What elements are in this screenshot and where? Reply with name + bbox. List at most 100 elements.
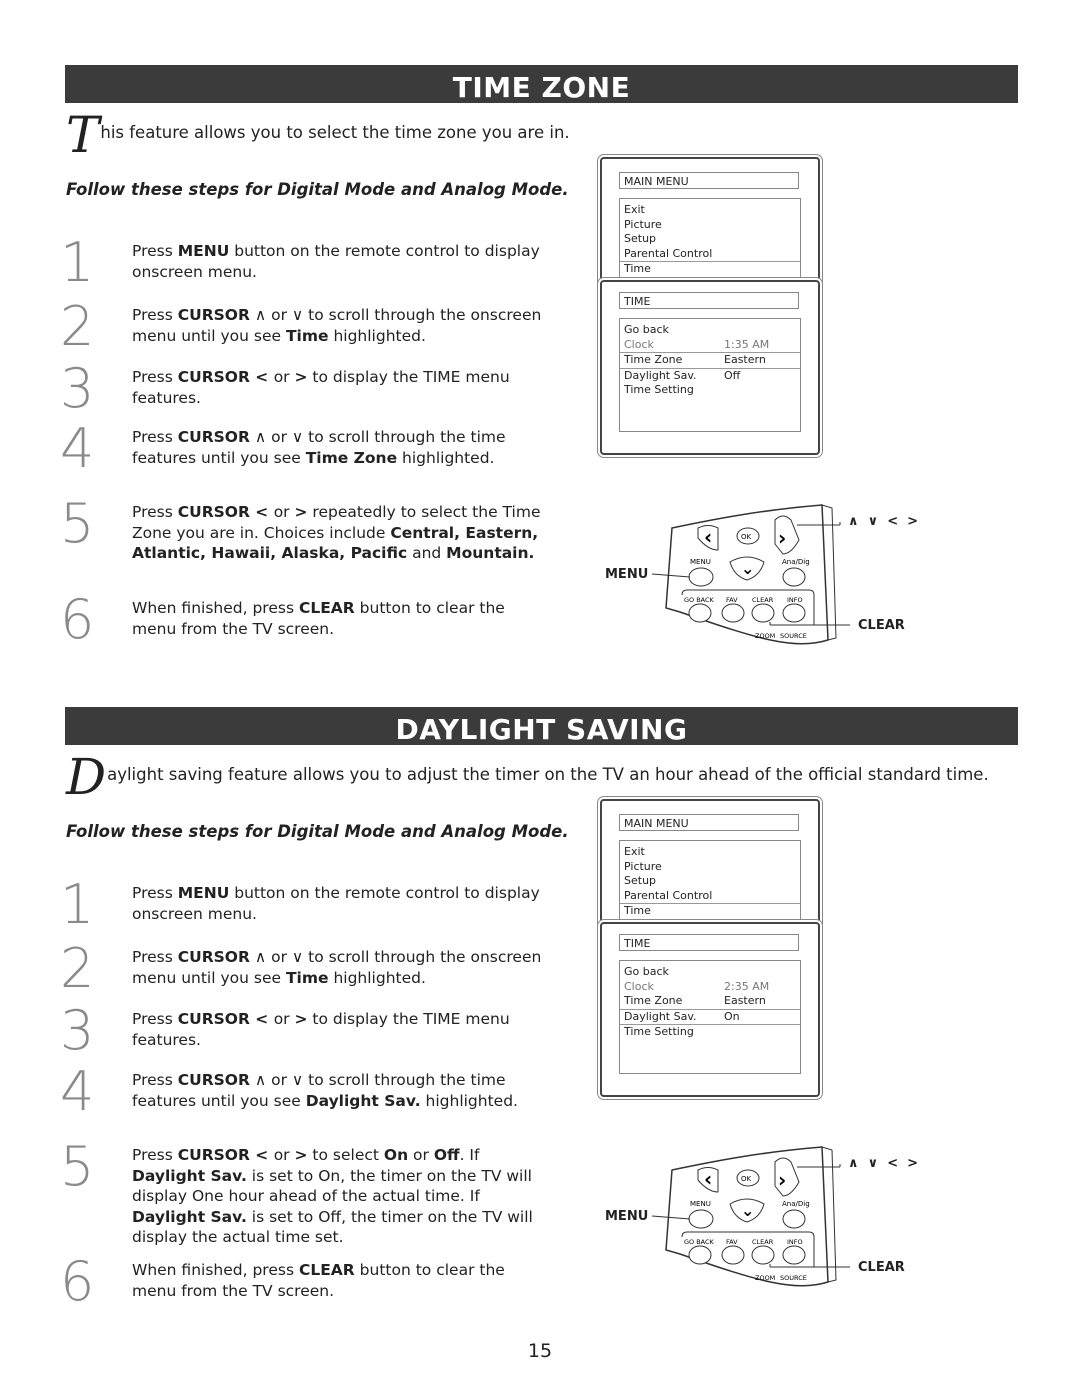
time-menu-title: TIME xyxy=(619,934,799,951)
step-number: 6 xyxy=(60,588,95,651)
main-menu-list: Exit Picture Setup Parental Control Time xyxy=(619,840,801,920)
time-menu-row[interactable]: Time Zone Eastern xyxy=(620,994,800,1009)
step-text-run: Press xyxy=(132,368,178,386)
time-menu-list: Go back Clock 1:35 AM Time Zone Eastern Dayli… xyxy=(619,318,801,432)
clear-button xyxy=(751,1245,775,1265)
step-number: 4 xyxy=(60,417,95,480)
menu-button xyxy=(688,1209,714,1229)
step-text: Press MENU button on the remote control … xyxy=(132,883,552,924)
main-menu-item[interactable]: Time xyxy=(620,261,800,278)
goback-button xyxy=(688,1245,712,1265)
svg-text:›: › xyxy=(778,526,786,550)
step-text: When finished, press CLEAR button to cle… xyxy=(132,1260,552,1301)
time-menu-row[interactable]: Clock 1:35 AM xyxy=(620,338,800,353)
step-text-run: or xyxy=(273,1146,295,1164)
step-text-run: . If xyxy=(459,1146,480,1164)
section-title: TIME ZONE xyxy=(65,65,1018,104)
time-menu-row[interactable]: Go back xyxy=(620,965,800,980)
row-label: Clock xyxy=(624,979,654,993)
step-keyword: < xyxy=(249,368,274,386)
remote-illustration: ‹ OK › MENU ⌄ Ana/Dig GO BACK FAV CLEAR INF… xyxy=(600,1142,930,1292)
time-menu-row[interactable]: Time Setting xyxy=(620,1025,800,1040)
steps-heading: Follow these steps for Digital Mode and … xyxy=(66,180,569,199)
step-keyword: Time Zone xyxy=(305,448,398,467)
intro-text: Daylight saving feature allows you to ad… xyxy=(66,752,989,802)
row-label: Clock xyxy=(624,337,654,351)
time-menu-row[interactable]: Go back xyxy=(620,323,800,338)
step-keyword: < xyxy=(249,503,274,521)
section-time-zone: TIME ZONE This feature allows you to sele… xyxy=(0,65,1080,705)
drop-cap: T xyxy=(66,106,100,164)
step-text-run: highlighted. xyxy=(420,1091,518,1110)
step-text-run: Press xyxy=(132,1010,178,1028)
main-menu-item[interactable]: Picture xyxy=(620,218,800,233)
row-value: Eastern xyxy=(724,353,766,366)
intro-text: This feature allows you to select the ti… xyxy=(66,110,570,160)
time-menu-row[interactable]: Time Setting xyxy=(620,383,800,398)
svg-text:⌄: ⌄ xyxy=(741,1201,754,1220)
step-keyword: < xyxy=(249,1146,274,1164)
step-keyword: CURSOR xyxy=(177,1071,250,1089)
svg-text:ZOOM: ZOOM xyxy=(755,1274,775,1282)
menu-callout: MENU xyxy=(605,567,649,582)
step-keyword: Daylight Sav. xyxy=(305,1091,421,1110)
main-menu-item[interactable]: Picture xyxy=(620,860,800,875)
menu-button xyxy=(688,567,714,587)
step-keyword: CURSOR xyxy=(177,1146,250,1164)
main-menu-list: Exit Picture Setup Parental Control Time xyxy=(619,198,801,278)
goback-button xyxy=(688,603,712,623)
step-text-run: highlighted. xyxy=(397,448,495,467)
step-keyword: Mountain. xyxy=(446,544,535,562)
step-keyword: MENU xyxy=(177,242,230,260)
fav-button xyxy=(721,603,745,623)
info-button xyxy=(782,603,806,623)
step-keyword: > xyxy=(294,368,308,386)
svg-text:MENU: MENU xyxy=(690,1200,711,1208)
svg-text:Ana/Dig: Ana/Dig xyxy=(782,1200,810,1208)
main-menu-item[interactable]: Exit xyxy=(620,203,800,218)
time-menu-row[interactable]: Daylight Sav. On xyxy=(620,1008,800,1025)
step-text-run: Press xyxy=(132,242,178,260)
main-menu-item[interactable]: Exit xyxy=(620,845,800,860)
step-text: Press CURSOR < or > to display the TIME … xyxy=(132,367,552,408)
step-text: Press MENU button on the remote control … xyxy=(132,241,552,282)
step-keyword: CURSOR xyxy=(177,368,250,386)
onscreen-menu-illustration: MAIN MENU Exit Picture Setup Parental Contro… xyxy=(600,799,820,1097)
main-menu-item[interactable]: Setup xyxy=(620,874,800,889)
step-keyword: CURSOR xyxy=(177,948,250,966)
drop-cap: D xyxy=(66,748,107,806)
main-menu-screen: MAIN MENU Exit Picture Setup Parental Contro… xyxy=(600,799,820,928)
step-text-run: or xyxy=(408,1146,434,1164)
step-keyword: Daylight Sav. xyxy=(132,1207,247,1226)
main-menu-item[interactable]: Time xyxy=(620,903,800,920)
time-menu-row[interactable]: Time Zone Eastern xyxy=(620,352,800,369)
time-menu-row[interactable]: Daylight Sav. Off xyxy=(620,369,800,384)
remote-illustration: ‹ OK › MENU ⌄ Ana/Dig GO BACK FAV CLEAR INF… xyxy=(600,500,930,650)
step-text-run: When finished, press xyxy=(132,1261,299,1279)
time-menu-row[interactable]: Clock 2:35 AM xyxy=(620,980,800,995)
main-menu-item[interactable]: Parental Control xyxy=(620,889,800,904)
svg-text:OK: OK xyxy=(741,1175,752,1183)
svg-text:SOURCE: SOURCE xyxy=(780,632,807,640)
svg-text:ZOOM: ZOOM xyxy=(755,632,775,640)
svg-text:CLEAR: CLEAR xyxy=(752,1238,774,1246)
main-menu-item[interactable]: Parental Control xyxy=(620,247,800,262)
step-number: 6 xyxy=(60,1250,95,1313)
step-text: Press CURSOR < or > to select On or Off.… xyxy=(132,1145,552,1248)
row-label: Go back xyxy=(624,965,669,978)
step-text-run: to select xyxy=(307,1146,384,1164)
step-keyword: CLEAR xyxy=(298,599,355,617)
time-menu-screen: TIME Go back Clock 1:35 AM Time Zone Eastern D… xyxy=(600,280,820,455)
step-keyword: CLEAR xyxy=(298,1261,355,1279)
step-keyword: Off xyxy=(433,1146,460,1164)
step-text-run: When finished, press xyxy=(132,599,299,617)
svg-text:OK: OK xyxy=(741,533,752,541)
step-text: Press CURSOR ∧ or ∨ to scroll through th… xyxy=(132,305,552,346)
arrows-callout: ∧ ∨ < > xyxy=(848,1156,919,1171)
main-menu-item[interactable]: Setup xyxy=(620,232,800,247)
step-number: 2 xyxy=(60,295,95,358)
step-text: Press CURSOR ∧ or ∨ to scroll through th… xyxy=(132,427,552,468)
main-menu-screen: MAIN MENU Exit Picture Setup Parental Contro… xyxy=(600,157,820,286)
svg-text:CLEAR: CLEAR xyxy=(752,596,774,604)
clear-callout: CLEAR xyxy=(858,618,905,633)
